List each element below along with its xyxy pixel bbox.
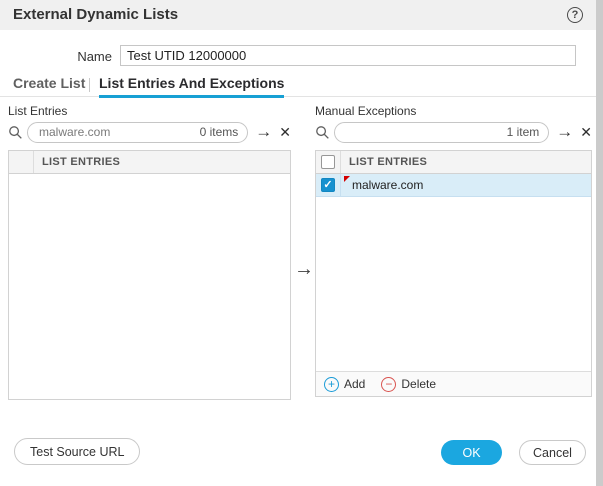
manual-exceptions-clear-filter-icon[interactable]: ✕ [580, 122, 592, 142]
entry-name-text: malware.com [352, 178, 423, 192]
add-button[interactable]: + Add [324, 377, 365, 392]
cancel-button[interactable]: Cancel [519, 440, 586, 465]
list-entries-table-header: LIST ENTRIES [9, 151, 290, 174]
tab-separator [89, 78, 90, 92]
search-icon [8, 125, 23, 140]
tab-list-entries-and-exceptions[interactable]: List Entries And Exceptions [99, 75, 284, 98]
manual-exceptions-count: 1 item [507, 125, 540, 139]
select-all-checkbox[interactable] [321, 155, 335, 169]
header-spacer-cell [9, 151, 34, 173]
tab-create-list[interactable]: Create List [13, 75, 85, 91]
manual-exceptions-footer: + Add − Delete [316, 371, 591, 396]
list-entries-column-header: LIST ENTRIES [34, 151, 290, 173]
manual-exceptions-apply-filter-icon[interactable]: → [556, 122, 573, 142]
name-label: Name [0, 49, 112, 64]
list-entries-apply-filter-icon[interactable]: → [255, 122, 272, 142]
external-dynamic-lists-dialog: External Dynamic Lists ? Name Create Lis… [0, 0, 596, 486]
tab-bar: Create List List Entries And Exceptions [0, 72, 596, 97]
list-entries-search-row: 0 items → ✕ [8, 120, 291, 144]
add-label: Add [344, 377, 365, 391]
list-entries-table-body [9, 174, 290, 399]
name-input[interactable] [120, 45, 576, 66]
row-entry-name: malware.com [341, 174, 591, 196]
dialog-title: External Dynamic Lists [13, 6, 178, 23]
modified-marker-icon [344, 176, 350, 182]
delete-button[interactable]: − Delete [381, 377, 436, 392]
help-icon[interactable]: ? [567, 7, 583, 23]
row-checkbox[interactable]: ✓ [321, 178, 335, 192]
manual-exceptions-search-pill: 1 item [334, 122, 549, 143]
list-entries-table: LIST ENTRIES [8, 150, 291, 400]
delete-label: Delete [401, 377, 436, 391]
move-to-exceptions-icon[interactable]: → [294, 258, 314, 281]
add-icon: + [324, 377, 339, 392]
manual-exceptions-search-input[interactable] [344, 124, 503, 140]
ok-button[interactable]: OK [441, 440, 502, 465]
dialog-header: External Dynamic Lists ? [0, 0, 596, 30]
manual-exceptions-table-header: LIST ENTRIES [316, 151, 591, 174]
list-entries-search-pill: 0 items [27, 122, 248, 143]
test-source-url-button[interactable]: Test Source URL [14, 438, 140, 465]
delete-icon: − [381, 377, 396, 392]
header-checkbox-cell [316, 151, 341, 173]
manual-exceptions-table: LIST ENTRIES ✓ malware.com + Add − Delet… [315, 150, 592, 397]
list-entries-search-input[interactable] [37, 124, 196, 140]
list-entries-count: 0 items [200, 125, 239, 139]
manual-exceptions-panel-title: Manual Exceptions [315, 104, 416, 118]
list-entries-panel-title: List Entries [8, 104, 67, 118]
table-row[interactable]: ✓ malware.com [316, 174, 591, 197]
manual-exceptions-column-header: LIST ENTRIES [341, 151, 591, 173]
list-entries-clear-filter-icon[interactable]: ✕ [279, 122, 291, 142]
manual-exceptions-table-body [316, 197, 591, 371]
manual-exceptions-search-row: 1 item → ✕ [315, 120, 592, 144]
row-checkbox-cell: ✓ [316, 174, 341, 196]
search-icon [315, 125, 330, 140]
